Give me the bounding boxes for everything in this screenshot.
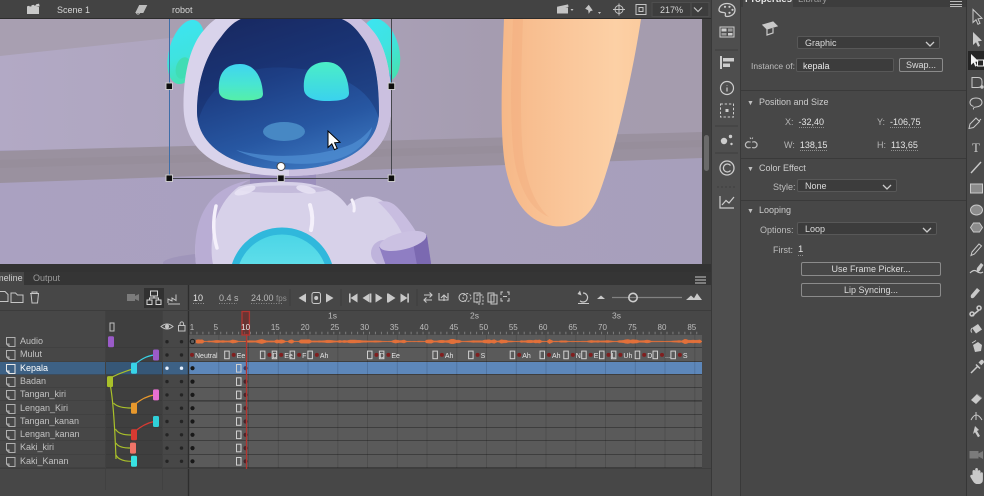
svg-text:N: N	[576, 353, 581, 360]
svg-text:Ah: Ah	[445, 353, 454, 360]
svg-text:24.00 fps: 24.00 fps	[251, 293, 287, 303]
svg-text:85: 85	[687, 323, 696, 332]
svg-text:Ah: Ah	[522, 353, 531, 360]
svg-text:F: F	[302, 353, 306, 360]
svg-text:Ee: Ee	[237, 353, 246, 360]
svg-text:30: 30	[360, 323, 369, 332]
svg-text:35: 35	[390, 323, 399, 332]
svg-text:50: 50	[479, 323, 488, 332]
svg-text:S: S	[683, 353, 688, 360]
svg-text:55: 55	[509, 323, 518, 332]
svg-text:40: 40	[420, 323, 429, 332]
svg-text:Ah: Ah	[320, 353, 329, 360]
svg-text:3s: 3s	[612, 311, 621, 321]
svg-text:15: 15	[271, 323, 280, 332]
svg-text:Scene 1: Scene 1	[57, 5, 90, 15]
svg-text:65: 65	[568, 323, 577, 332]
svg-text:20: 20	[301, 323, 310, 332]
svg-text:...: ...	[665, 353, 671, 360]
svg-text:217%: 217%	[660, 5, 683, 15]
svg-text:Uh: Uh	[623, 353, 632, 360]
svg-text:1: 1	[190, 323, 195, 332]
svg-text:Ah: Ah	[552, 353, 561, 360]
svg-text:Ee: Ee	[391, 353, 400, 360]
svg-text:75: 75	[628, 323, 637, 332]
svg-text:E: E	[594, 353, 599, 360]
svg-text:S: S	[481, 353, 486, 360]
svg-text:45: 45	[449, 323, 458, 332]
svg-text:robot: robot	[172, 5, 193, 15]
svg-text:10: 10	[241, 323, 250, 332]
svg-text:60: 60	[539, 323, 548, 332]
svg-text:2s: 2s	[470, 311, 479, 321]
svg-text:80: 80	[658, 323, 667, 332]
svg-text:25: 25	[330, 323, 339, 332]
svg-text:70: 70	[598, 323, 607, 332]
svg-text:5: 5	[214, 323, 219, 332]
svg-text:D: D	[647, 353, 652, 360]
svg-text:Neutral: Neutral	[195, 353, 218, 360]
svg-text:0.4 s: 0.4 s	[219, 293, 239, 303]
svg-text:T: T	[972, 140, 980, 155]
svg-text:10: 10	[193, 293, 203, 303]
svg-text:1s: 1s	[328, 311, 337, 321]
